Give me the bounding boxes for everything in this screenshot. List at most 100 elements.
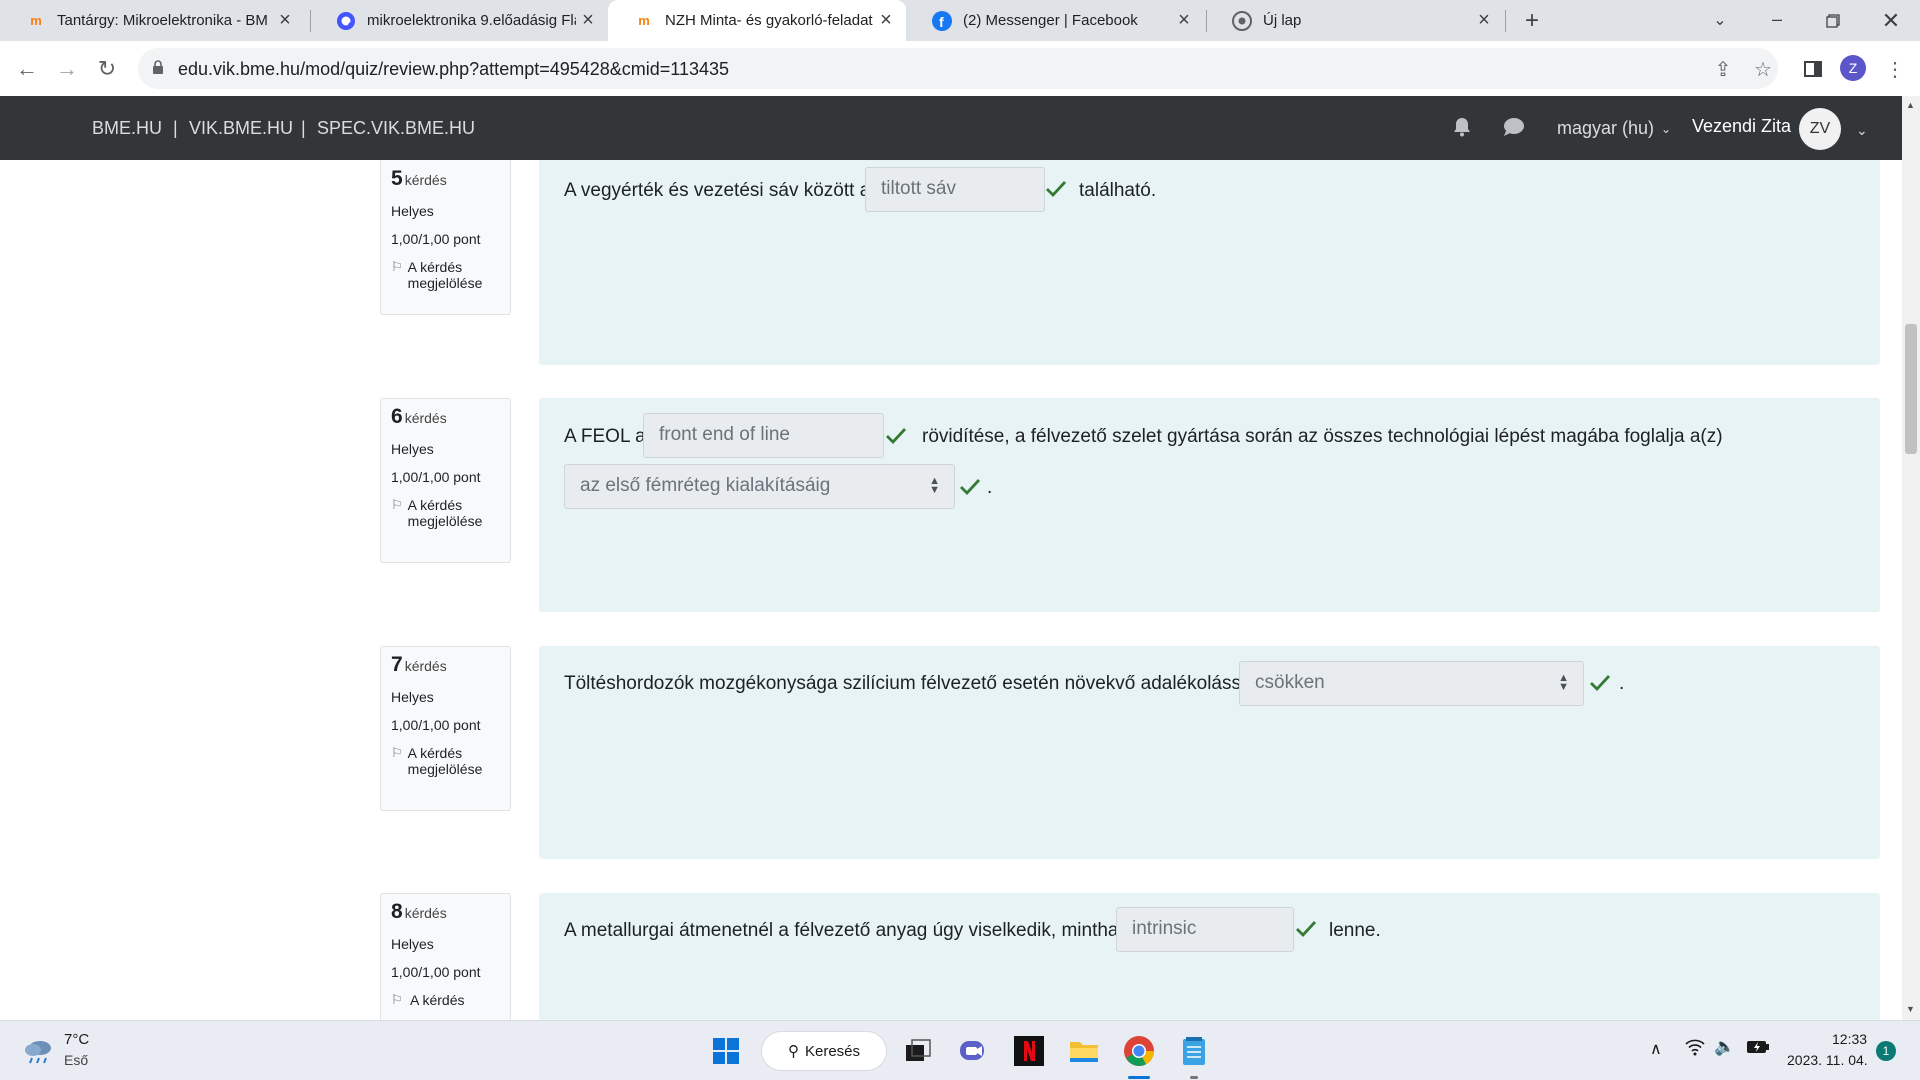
share-icon[interactable]: ⇪ <box>1708 54 1738 84</box>
question-text: A metallurgai átmenetnél a félvezető any… <box>564 920 1119 941</box>
nav-separator: | <box>173 118 178 138</box>
browser-tab[interactable]: mikroelektronika 9.előadásig Fla × <box>310 0 608 41</box>
question-info-7: 7 kérdés Helyes 1,00/1,00 pont ⚐ A kérdés … <box>380 646 511 811</box>
chrome-icon <box>1231 10 1253 32</box>
facebook-icon: f <box>931 10 953 32</box>
user-menu-chevron-icon[interactable]: ⌄ <box>1856 122 1868 139</box>
notification-count-badge[interactable]: 1 <box>1876 1041 1896 1061</box>
nav-link-bme[interactable]: BME.HU <box>92 118 162 139</box>
question-info-5: 5 kérdés Helyes 1,00/1,00 pont ⚐ A kérdés … <box>380 160 511 315</box>
close-tab-icon[interactable]: × <box>576 9 600 33</box>
answer-select: csökken ▲ ▼ <box>1239 661 1584 706</box>
notepad-icon[interactable] <box>1176 1033 1212 1069</box>
question-end-punct: . <box>987 477 993 498</box>
flag-question-link[interactable]: ⚐ A kérdés <box>391 992 500 1008</box>
question-text: Töltéshordozók mozgékonysága szilícium f… <box>564 673 1256 694</box>
question-text-after: található. <box>1079 180 1157 201</box>
profile-avatar[interactable]: Z <box>1840 55 1866 81</box>
forward-icon[interactable]: → <box>52 54 82 84</box>
minimize-icon[interactable]: – <box>1762 6 1792 36</box>
answer-select: az első fémréteg kialakításáig ▲ ▼ <box>564 464 955 509</box>
bookmark-star-icon[interactable]: ☆ <box>1748 54 1778 84</box>
question-text-after: lenne. <box>1329 920 1381 941</box>
flag-question-link[interactable]: ⚐ A kérdés megjelölése <box>391 497 500 529</box>
teams-chat-icon[interactable] <box>955 1033 991 1069</box>
task-view-icon[interactable] <box>900 1033 936 1069</box>
question-number: 5 <box>391 167 403 190</box>
windows-start-icon[interactable] <box>708 1033 744 1069</box>
question-points: 1,00/1,00 pont <box>391 231 481 247</box>
clock-date[interactable]: 2023. 11. 04. <box>1787 1052 1868 1068</box>
answer-field: tiltott sáv <box>865 167 1045 212</box>
scroll-down-arrow-icon[interactable]: ▼ <box>1906 1004 1915 1014</box>
reload-icon[interactable]: ↻ <box>92 54 122 84</box>
address-bar[interactable]: edu.vik.bme.hu/mod/quiz/review.php?attem… <box>138 48 1778 89</box>
quizlet-icon <box>335 10 357 32</box>
side-panel-icon[interactable] <box>1798 54 1828 84</box>
restore-icon[interactable] <box>1820 8 1846 34</box>
flag-question-link[interactable]: ⚐ A kérdés megjelölése <box>391 745 500 777</box>
browser-tab[interactable]: m Tantárgy: Mikroelektronika - BM × <box>0 0 305 41</box>
close-tab-icon[interactable]: × <box>874 9 898 33</box>
nav-link-spec[interactable]: SPEC.VIK.BME.HU <box>317 118 475 139</box>
tab-search-chevron-icon[interactable]: ⌄ <box>1705 6 1735 36</box>
weather-description: Eső <box>64 1052 89 1068</box>
nav-link-vik[interactable]: VIK.BME.HU <box>189 118 293 139</box>
scroll-up-arrow-icon[interactable]: ▲ <box>1906 100 1915 110</box>
active-app-indicator <box>1128 1076 1150 1079</box>
flag-icon: ⚐ <box>391 497 403 512</box>
more-menu-icon[interactable]: ⋮ <box>1880 54 1910 84</box>
volume-icon[interactable]: 🔈 <box>1714 1037 1735 1057</box>
close-tab-icon[interactable]: × <box>273 9 297 33</box>
show-hidden-icons-chevron-icon[interactable]: ∧ <box>1650 1039 1662 1059</box>
language-selector[interactable]: magyar (hu) <box>1557 118 1654 139</box>
correct-check-icon <box>1590 675 1611 692</box>
netflix-icon[interactable] <box>1011 1033 1047 1069</box>
clock-time[interactable]: 12:33 <box>1832 1031 1867 1047</box>
question-status: Helyes <box>391 936 434 952</box>
close-tab-icon[interactable]: × <box>1172 9 1196 33</box>
chrome-taskbar-icon[interactable] <box>1121 1033 1157 1069</box>
url-text: edu.vik.bme.hu/mod/quiz/review.php?attem… <box>178 59 730 79</box>
select-arrows-icon: ▲ ▼ <box>929 475 940 496</box>
close-window-icon[interactable]: ✕ <box>1876 6 1906 36</box>
back-icon[interactable]: ← <box>12 54 42 84</box>
close-tab-icon[interactable]: × <box>1472 9 1496 33</box>
moodle-icon: m <box>30 13 42 28</box>
flag-question-link[interactable]: ⚐ A kérdés megjelölése <box>391 259 500 291</box>
windows-taskbar: 7°C Eső ⚲ Keresés ∧ 🔈 12:33 2023. 11. 04… <box>0 1020 1920 1080</box>
user-avatar[interactable]: ZV <box>1799 108 1841 150</box>
wifi-icon[interactable] <box>1684 1037 1706 1062</box>
page-scrollbar[interactable]: ▲ ▼ <box>1902 96 1920 1020</box>
question-number: 8 <box>391 900 403 923</box>
browser-toolbar: ← → ↻ edu.vik.bme.hu/mod/quiz/review.php… <box>0 41 1920 96</box>
browser-tab-strip: m Tantárgy: Mikroelektronika - BM × mikr… <box>0 0 1920 41</box>
chevron-down-icon[interactable]: ⌄ <box>1661 122 1671 136</box>
correct-check-icon <box>886 428 907 445</box>
question-info-6: 6 kérdés Helyes 1,00/1,00 pont ⚐ A kérdés … <box>380 398 511 563</box>
scrollbar-thumb[interactable] <box>1905 324 1917 454</box>
site-navbar: BME.HU | VIK.BME.HU | SPEC.VIK.BME.HU ma… <box>0 96 1902 160</box>
user-name[interactable]: Vezendi Zita <box>1692 116 1791 137</box>
answer-field: front end of line <box>643 413 884 458</box>
flag-icon: ⚐ <box>391 992 403 1007</box>
question-text-after: rövidítése, a félvezető szelet gyártása … <box>922 426 1723 447</box>
question-box-7: Töltéshordozók mozgékonysága szilícium f… <box>539 646 1880 859</box>
question-box-6: A FEOL a front end of line rövidítése, a… <box>539 398 1880 612</box>
messages-chat-icon[interactable] <box>1502 116 1526 140</box>
browser-tab-active[interactable]: m NZH Minta- és gyakorló-feladat × <box>608 0 906 41</box>
battery-charging-icon[interactable] <box>1746 1039 1770 1060</box>
answer-field: intrinsic <box>1116 907 1294 952</box>
taskbar-search-box[interactable]: ⚲ Keresés <box>761 1031 887 1071</box>
weather-rain-icon[interactable] <box>22 1035 56 1069</box>
notification-bell-icon[interactable] <box>1451 116 1475 140</box>
question-number: 7 <box>391 653 403 676</box>
correct-check-icon <box>960 479 981 496</box>
new-tab-icon[interactable]: + <box>1517 6 1547 36</box>
browser-tab[interactable]: f (2) Messenger | Facebook × <box>906 0 1204 41</box>
file-explorer-icon[interactable] <box>1066 1033 1102 1069</box>
question-text: A FEOL a <box>564 426 646 447</box>
browser-tab[interactable]: Új lap × <box>1206 0 1504 41</box>
question-status: Helyes <box>391 203 434 219</box>
question-box-5: A vegyérték és vezetési sáv között a til… <box>539 160 1880 365</box>
